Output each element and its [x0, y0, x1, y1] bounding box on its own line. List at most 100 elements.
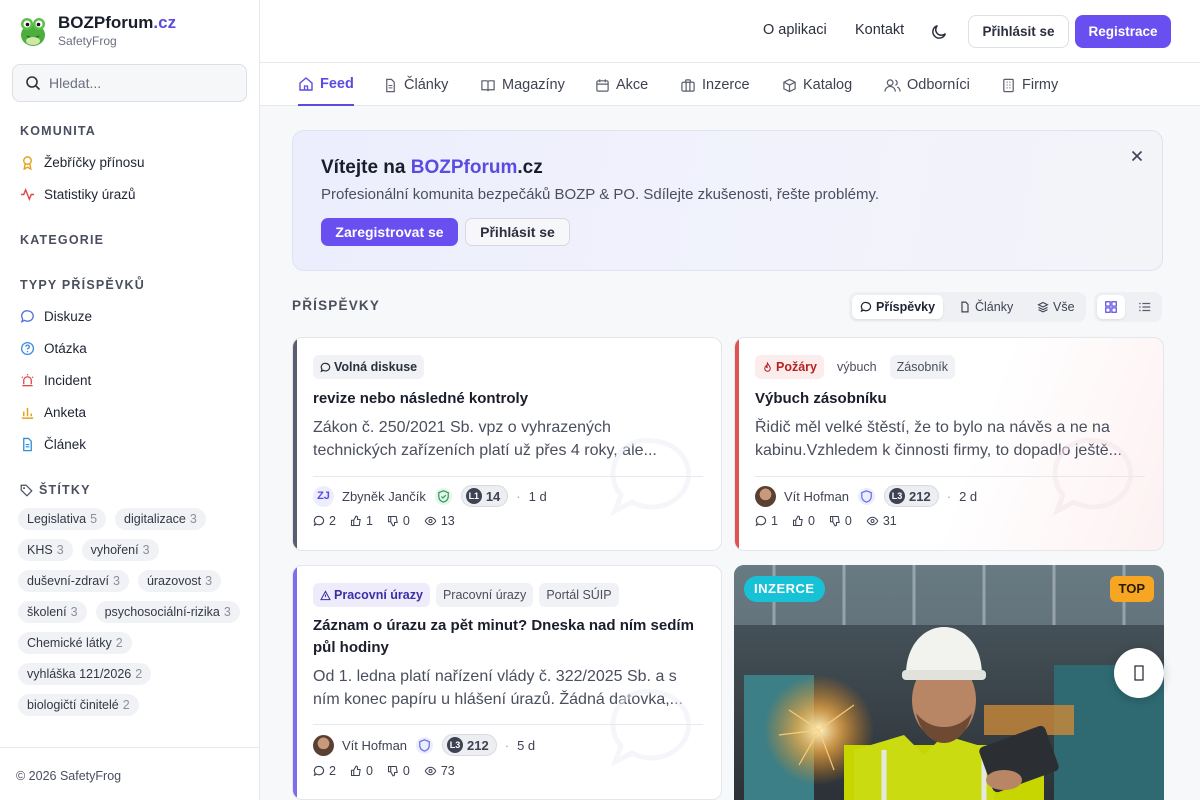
brand-subtitle: SafetyFrog [58, 34, 117, 48]
tab-articles[interactable]: Články [383, 64, 448, 106]
like-count[interactable]: 1 [350, 514, 373, 528]
search-input[interactable] [49, 75, 229, 91]
comment-icon [755, 515, 767, 527]
tag-chip[interactable]: úrazovost 3 [137, 570, 222, 592]
document-icon [961, 301, 969, 313]
tag-badge[interactable]: Pracovní úrazy [435, 583, 534, 607]
comment-count[interactable]: 2 [313, 764, 336, 778]
tab-catalog[interactable]: Katalog [782, 64, 852, 106]
author-name[interactable]: Zbyněk Jančík [342, 489, 426, 504]
section-tags: ŠTÍTKY [20, 483, 91, 497]
avatar[interactable] [755, 485, 776, 507]
like-count[interactable]: 0 [350, 764, 373, 778]
tag-chip[interactable]: Chemické látky 2 [18, 632, 132, 654]
category-badge[interactable]: Pracovní úrazy [313, 583, 430, 607]
grid-view-button[interactable] [1097, 295, 1125, 319]
post-card[interactable]: Pracovní úrazy Pracovní úrazy Portál SÚI… [292, 565, 722, 800]
sidebar-item-article[interactable]: Článek [20, 434, 86, 454]
sidebar-item-discussion[interactable]: Diskuze [20, 306, 92, 326]
post-filter-segment: Příspěvky Články Vše [849, 292, 1086, 322]
tag-badge[interactable]: Portál SÚIP [539, 583, 619, 607]
welcome-register-button[interactable]: Zaregistrovat se [321, 218, 458, 246]
tag-chip[interactable]: digitalizace 3 [115, 508, 206, 530]
tag-chip[interactable]: psychosociální-rizika 3 [95, 601, 240, 623]
author-name[interactable]: Vít Hofman [784, 489, 849, 504]
section-post-types: TYPY PŘÍSPĚVKŮ [20, 278, 145, 292]
post-age: 2 d [959, 488, 978, 504]
eye-icon [866, 516, 879, 526]
tag-chip[interactable]: vyhoření 3 [81, 539, 159, 561]
tag-chip[interactable]: KHS 3 [18, 539, 73, 561]
welcome-subtitle: Profesionální komunita bezpečáků BOZP & … [321, 186, 880, 203]
welcome-banner: Vítejte na BOZPforum.cz Profesionální ko… [292, 130, 1163, 271]
tag-chip[interactable]: vyhláška 121/2026 2 [18, 663, 152, 685]
tag-chip[interactable]: biologičtí činitelé 2 [18, 694, 139, 716]
sidebar-item-poll[interactable]: Anketa [20, 402, 86, 422]
tab-experts[interactable]: Odborníci [884, 64, 970, 106]
sidebar-footer: © 2026 SafetyFrog [0, 747, 259, 800]
search-box[interactable] [12, 64, 247, 102]
tag-chip[interactable]: duševní-zdraví 3 [18, 570, 129, 592]
tab-label: Inzerce [702, 77, 750, 93]
about-link[interactable]: O aplikaci [763, 22, 827, 38]
list-view-button[interactable] [1131, 295, 1159, 319]
like-count[interactable]: 0 [792, 514, 815, 528]
tab-feed[interactable]: Feed [298, 64, 354, 106]
tag-icon [20, 484, 33, 497]
separator-dot: · [946, 488, 952, 504]
post-card[interactable]: Požáry výbuch Zásobník Výbuch zásobníku … [734, 337, 1164, 551]
tab-companies[interactable]: Firmy [1001, 64, 1058, 106]
welcome-title: Vítejte na BOZPforum.cz [321, 157, 543, 178]
tag-badge[interactable]: výbuch [830, 355, 884, 379]
filter-posts[interactable]: Příspěvky [852, 295, 944, 319]
view-toggle [1094, 292, 1162, 322]
avatar[interactable]: ZJ [313, 485, 334, 507]
sidebar-item-question[interactable]: Otázka [20, 338, 87, 358]
post-title[interactable]: Výbuch zásobníku [755, 388, 1155, 410]
flame-icon [764, 361, 771, 372]
post-title[interactable]: revize nebo následné kontroly [313, 388, 713, 410]
register-button[interactable]: Registrace [1075, 15, 1171, 48]
contact-link[interactable]: Kontakt [855, 22, 904, 38]
dislike-count[interactable]: 0 [387, 514, 410, 528]
welcome-login-button[interactable]: Přihlásit se [465, 218, 570, 246]
avatar[interactable] [313, 734, 334, 756]
section-community: KOMUNITA [20, 124, 97, 138]
activity-icon [20, 187, 35, 201]
brand-logo[interactable]: BOZPforum.cz SafetyFrog [18, 14, 176, 48]
post-title[interactable]: Záznam o úrazu za pět minut? Dneska nad … [313, 615, 713, 659]
tab-ads[interactable]: Inzerce [680, 64, 750, 106]
sidebar-item-label: Anketa [44, 404, 87, 420]
category-badge[interactable]: Požáry [755, 355, 824, 379]
tag-chip[interactable]: školení 3 [18, 601, 87, 623]
sidebar-item-leaderboards[interactable]: Žebříčky přínosu [20, 152, 145, 172]
sidebar-item-incident[interactable]: Incident [20, 370, 91, 390]
tag-badge[interactable]: Zásobník [889, 355, 956, 379]
card-divider [313, 724, 703, 725]
dislike-count[interactable]: 0 [829, 514, 852, 528]
dislike-count[interactable]: 0 [387, 764, 410, 778]
speech-bubble-watermark-icon [610, 437, 692, 517]
floating-action-button[interactable] [1114, 648, 1164, 698]
ad-card[interactable]: INZERCE TOP [734, 565, 1164, 800]
comment-count[interactable]: 1 [755, 514, 778, 528]
post-card[interactable]: Volná diskuse revize nebo následné kontr… [292, 337, 722, 551]
filter-articles[interactable]: Články [951, 295, 1021, 319]
filter-all[interactable]: Vše [1029, 295, 1083, 319]
moon-icon[interactable] [931, 23, 948, 40]
close-icon[interactable] [1129, 148, 1145, 164]
thumbs-up-icon [350, 765, 361, 777]
tab-events[interactable]: Akce [595, 64, 648, 106]
top-header: O aplikaci Kontakt Přihlásit se Registra… [260, 0, 1200, 63]
tag-chip[interactable]: Legislativa 5 [18, 508, 107, 530]
grid-icon [1105, 301, 1117, 313]
comment-count[interactable]: 2 [313, 514, 336, 528]
category-badge[interactable]: Volná diskuse [313, 355, 425, 379]
tab-magazines[interactable]: Magazíny [480, 64, 565, 106]
filter-label: Příspěvky [876, 300, 936, 314]
login-button[interactable]: Přihlásit se [968, 15, 1069, 48]
tab-label: Odborníci [907, 77, 970, 93]
author-name[interactable]: Vít Hofman [342, 738, 407, 753]
sidebar-item-injury-stats[interactable]: Statistiky úrazů [20, 184, 136, 204]
ad-badge: INZERCE [744, 576, 825, 602]
